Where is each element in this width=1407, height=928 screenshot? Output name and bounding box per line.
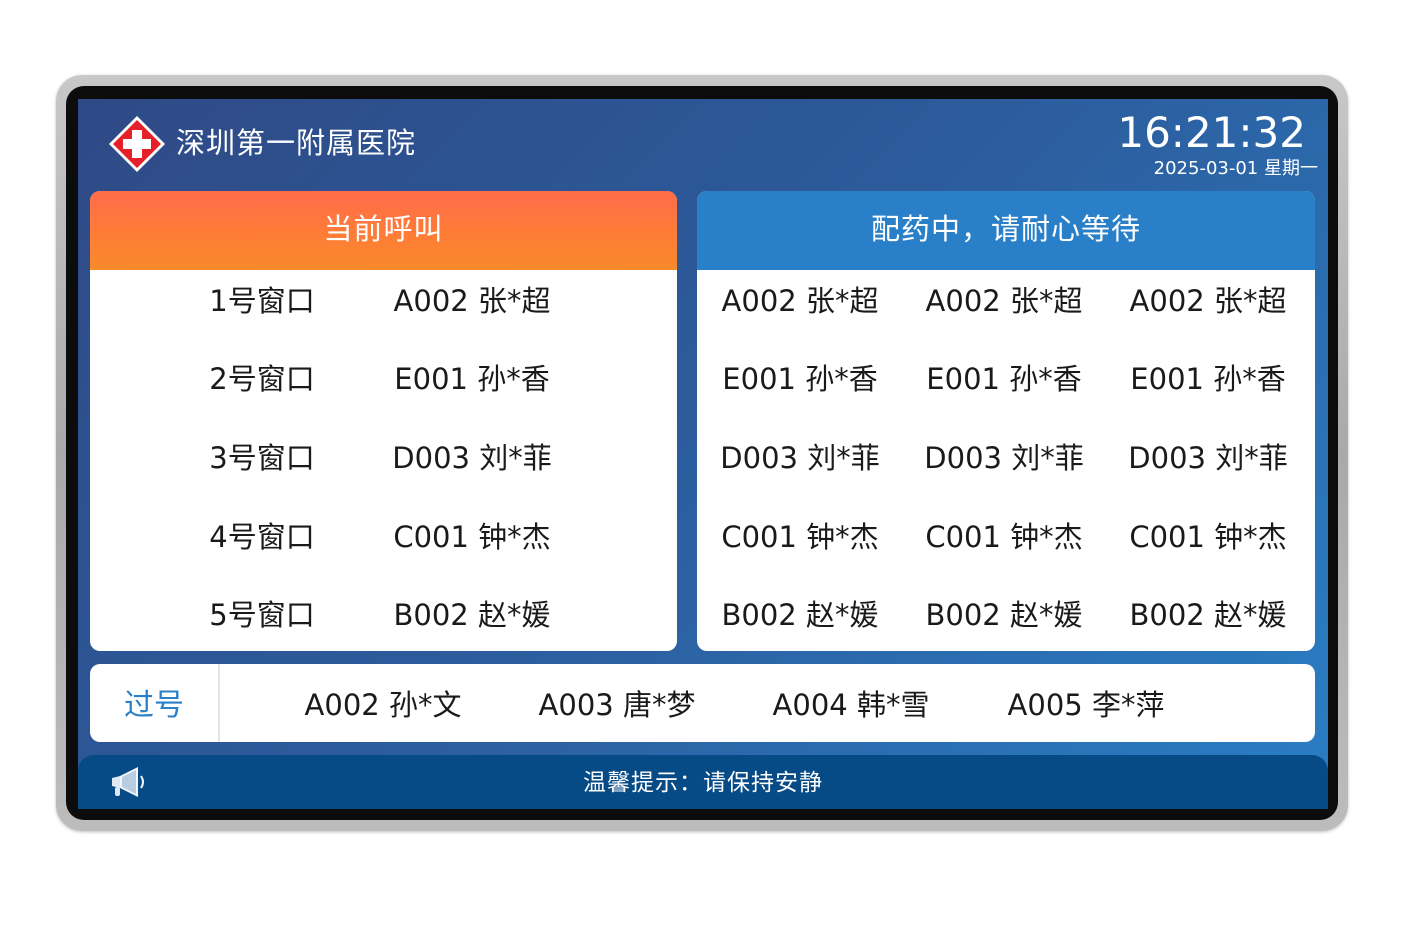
skipped-numbers-bar: 过号 A002 孙*文 A003 唐*梦 A004 韩*雪 A005 李*萍: [90, 664, 1315, 742]
call-row: 3号窗口 D003 刘*菲: [90, 427, 677, 505]
skipped-ticket: A005 李*萍: [1007, 688, 1165, 722]
waiting-row: E001 孙*香 E001 孙*香 E001 孙*香: [697, 348, 1315, 426]
hospital-name: 深圳第一附属医院: [176, 126, 417, 160]
current-call-list: 1号窗口 A002 张*超 2号窗口 E001 孙*香 3号窗口 D003 刘*…: [90, 270, 677, 651]
waiting-ticket: A002 张*超: [925, 284, 1083, 318]
waiting-ticket: D003 刘*菲: [720, 441, 880, 475]
queue-display-screen: 深圳第一附属医院 16:21:32 2025-03-01 星期一 当前呼叫 1号…: [78, 99, 1328, 809]
call-row: 5号窗口 B002 赵*媛: [90, 584, 677, 651]
waiting-ticket: A002 张*超: [1129, 284, 1287, 318]
waiting-ticket: D003 刘*菲: [924, 441, 1084, 475]
skipped-label: 过号: [90, 664, 220, 742]
patient-ticket: E001 孙*香: [394, 362, 550, 396]
dispensing-title: 配药中，请耐心等待: [697, 191, 1315, 270]
waiting-ticket: B002 赵*媛: [721, 598, 879, 632]
window-label: 4号窗口: [209, 520, 315, 554]
patient-ticket: B002 赵*媛: [393, 598, 551, 632]
current-date: 2025-03-01 星期一: [1153, 158, 1318, 179]
waiting-ticket: C001 钟*杰: [721, 520, 879, 554]
call-row: 4号窗口 C001 钟*杰: [90, 506, 677, 584]
dispensing-list: A002 张*超 A002 张*超 A002 张*超 E001 孙*香 E001…: [697, 270, 1315, 651]
skipped-ticket: A002 孙*文: [304, 688, 462, 722]
waiting-ticket: E001 孙*香: [722, 362, 878, 396]
current-call-panel: 当前呼叫 1号窗口 A002 张*超 2号窗口 E001 孙*香 3号窗口 D0…: [90, 191, 677, 651]
skipped-ticket: A004 韩*雪: [772, 688, 930, 722]
patient-ticket: A002 张*超: [393, 284, 551, 318]
window-label: 1号窗口: [209, 284, 315, 318]
window-label: 3号窗口: [209, 441, 315, 475]
waiting-ticket: A002 张*超: [721, 284, 879, 318]
waiting-ticket: E001 孙*香: [926, 362, 1082, 396]
current-time: 16:21:32: [1117, 108, 1306, 157]
red-cross-icon: [109, 116, 165, 172]
window-label: 5号窗口: [209, 598, 315, 632]
current-call-title: 当前呼叫: [90, 191, 677, 270]
footer-tip: 温馨提示：请保持安静: [583, 770, 823, 796]
dispensing-panel: 配药中，请耐心等待 A002 张*超 A002 张*超 A002 张*超 E00…: [697, 191, 1315, 651]
patient-ticket: C001 钟*杰: [393, 520, 551, 554]
waiting-ticket: C001 钟*杰: [925, 520, 1083, 554]
waiting-ticket: B002 赵*媛: [925, 598, 1083, 632]
megaphone-icon: [112, 767, 144, 797]
waiting-row: D003 刘*菲 D003 刘*菲 D003 刘*菲: [697, 427, 1315, 505]
waiting-ticket: B002 赵*媛: [1129, 598, 1287, 632]
call-row: 2号窗口 E001 孙*香: [90, 348, 677, 426]
waiting-row: A002 张*超 A002 张*超 A002 张*超: [697, 270, 1315, 348]
waiting-row: C001 钟*杰 C001 钟*杰 C001 钟*杰: [697, 506, 1315, 584]
footer-bar: 温馨提示：请保持安静: [78, 755, 1328, 809]
window-label: 2号窗口: [209, 362, 315, 396]
waiting-ticket: D003 刘*菲: [1128, 441, 1288, 475]
waiting-ticket: E001 孙*香: [1130, 362, 1286, 396]
skipped-ticket: A003 唐*梦: [538, 688, 696, 722]
waiting-row: B002 赵*媛 B002 赵*媛 B002 赵*媛: [697, 584, 1315, 651]
call-row: 1号窗口 A002 张*超: [90, 270, 677, 348]
waiting-ticket: C001 钟*杰: [1129, 520, 1287, 554]
patient-ticket: D003 刘*菲: [392, 441, 552, 475]
